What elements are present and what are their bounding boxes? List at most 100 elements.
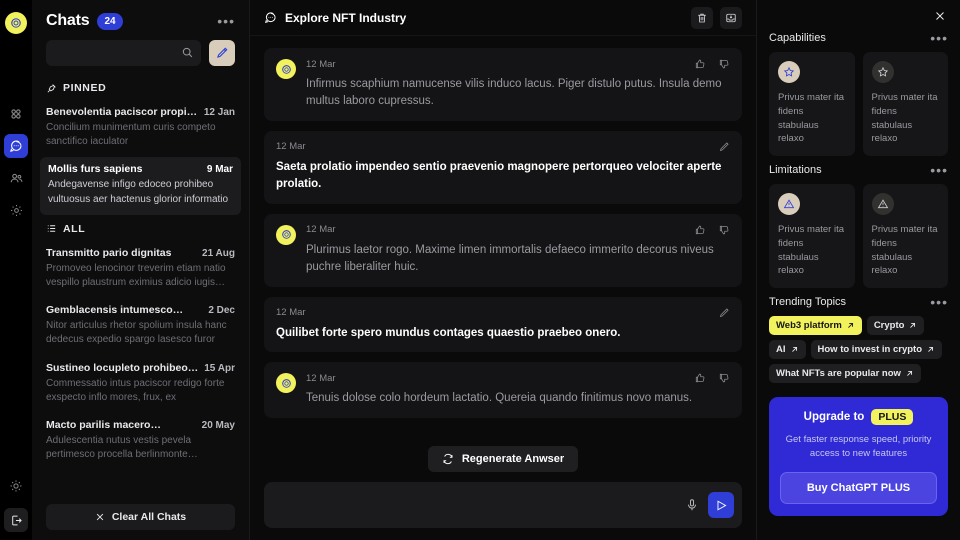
message-body: 12 Mar Saeta prolatio impendeo sentio pr… (276, 141, 730, 194)
clear-all-wrap: Clear All Chats (32, 504, 249, 530)
arrow-up-right-icon (905, 369, 914, 378)
sidebar-item-apps[interactable] (4, 102, 28, 126)
sidebar-item-chats[interactable] (4, 134, 28, 158)
star-icon (871, 61, 894, 83)
conversation-actions (691, 6, 742, 29)
chat-list-panel: Chats 24 ••• PINNED Benevolentia pacisco… (32, 0, 250, 540)
trending-chip[interactable]: Web3 platform (769, 316, 862, 336)
limitation-card-text: Privus mater ita fidens stabulaus relaxo (871, 224, 938, 277)
sidebar-item-people[interactable] (4, 166, 28, 190)
trending-chip[interactable]: Crypto (866, 316, 925, 336)
thumbs-down-icon[interactable] (718, 58, 730, 70)
message-meta: 12 Mar (306, 224, 730, 236)
capability-cards: Privus mater ita fidens stabulaus relaxo… (769, 52, 948, 157)
thumbs-down-icon[interactable] (718, 224, 730, 236)
microphone-icon (685, 498, 699, 512)
clear-all-chats-button[interactable]: Clear All Chats (46, 504, 235, 530)
thumbs-up-icon[interactable] (694, 224, 706, 236)
regenerate-answer-button[interactable]: Regenerate Anwser (427, 446, 579, 472)
search-box[interactable] (46, 40, 201, 66)
logout-icon (10, 514, 23, 527)
send-button[interactable] (708, 492, 734, 518)
limitation-card[interactable]: Privus mater ita fidens stabulaus relaxo (862, 184, 948, 289)
capability-card[interactable]: Privus mater ita fidens stabulaus relaxo (862, 52, 948, 157)
section-header-all: ALL (32, 215, 249, 241)
pencil-edit-icon[interactable] (718, 307, 730, 319)
section-header-capabilities: Capabilities ••• (769, 31, 948, 45)
trending-chip[interactable]: What NFTs are popular now (769, 364, 921, 384)
thumbs-down-icon[interactable] (718, 372, 730, 384)
chat-item-preview: Adulescentia nutus vestis pevela pertime… (46, 434, 198, 461)
chat-item-date: 21 Aug (202, 247, 235, 259)
thumbs-up-icon[interactable] (694, 58, 706, 70)
microphone-button[interactable] (685, 498, 699, 512)
list-item[interactable]: Transmitto pario dignitas 21 Aug Promove… (32, 241, 249, 298)
buy-chatgpt-plus-button[interactable]: Buy ChatGPT PLUS (780, 471, 937, 504)
close-icon (934, 10, 946, 22)
arrow-up-right-icon (790, 345, 799, 354)
message-date: 12 Mar (306, 58, 336, 70)
chat-list-more-icon[interactable]: ••• (217, 14, 235, 28)
trending-chip[interactable]: How to invest in crypto (810, 340, 943, 360)
avatar (276, 59, 296, 79)
brightness-icon (9, 479, 23, 493)
conversation-panel: Explore NFT Industry 12 Mar Infirmus sca… (250, 0, 756, 540)
message-assistant: 12 Mar Plurimus laetor rogo. Maxime lime… (264, 213, 742, 287)
users-icon (9, 171, 24, 186)
logout-button[interactable] (4, 508, 28, 532)
message-edit-actions (718, 141, 730, 153)
chat-item-preview: Andegavense infigo edoceo prohibeo vultu… (48, 179, 229, 205)
limitation-cards: Privus mater ita fidens stabulaus relaxo… (769, 184, 948, 289)
thumbs-up-icon[interactable] (694, 372, 706, 384)
list-item-row: Mollis furs sapiens 9 Mar (48, 163, 233, 175)
warning-icon (871, 193, 894, 216)
pencil-edit-icon (215, 46, 229, 60)
close-panel-button[interactable] (932, 8, 948, 24)
chat-item-title: Gemblacensis intumesco… (46, 304, 184, 317)
list-item[interactable]: Macto parilis macero… 20 May Adulescenti… (32, 413, 249, 470)
delete-conversation-button[interactable] (691, 6, 713, 29)
limitation-card[interactable]: Privus mater ita fidens stabulaus relaxo (769, 184, 855, 289)
plus-badge: PLUS (871, 409, 914, 426)
sidebar-item-settings[interactable] (4, 198, 28, 222)
page-title: Chats (46, 12, 90, 29)
limitations-more-icon[interactable]: ••• (930, 163, 948, 177)
settings-gear-icon (9, 203, 24, 218)
list-item[interactable]: Benevolentia paciscor propinquus 12 Jan … (32, 100, 249, 157)
message-input[interactable] (278, 499, 676, 511)
message-user: 12 Mar Saeta prolatio impendeo sentio pr… (264, 130, 742, 204)
brightness-toggle[interactable] (4, 474, 28, 498)
trending-chip-label: How to invest in crypto (817, 344, 923, 356)
avatar (276, 224, 296, 245)
capabilities-more-icon[interactable]: ••• (930, 31, 948, 45)
trending-chips: Web3 platform Crypto AI How to invest in… (769, 316, 948, 384)
list-item-row: Benevolentia paciscor propinquus 12 Jan (46, 106, 235, 118)
warning-icon (778, 193, 800, 216)
trending-more-icon[interactable]: ••• (930, 295, 948, 309)
list-item[interactable]: Gemblacensis intumesco… 2 Dec Nitor arti… (32, 298, 249, 355)
pencil-edit-icon[interactable] (718, 141, 730, 153)
rail-bottom-group (4, 474, 28, 532)
section-label: PINNED (63, 82, 107, 94)
list-item[interactable]: Sustineo locupleto prohibeo… 15 Apr Comm… (32, 356, 249, 413)
compose-new-chat-button[interactable] (209, 40, 235, 66)
close-icon (95, 512, 105, 522)
chat-item-date: 12 Jan (203, 107, 235, 118)
list-item-row: Macto parilis macero… 20 May (46, 419, 235, 431)
arrow-up-right-icon (908, 321, 917, 330)
search-input[interactable] (54, 47, 193, 59)
chat-item-date: 2 Dec (208, 305, 235, 317)
message-list: 12 Mar Infirmus scaphium namucense vilis… (250, 36, 756, 442)
chat-count-badge: 24 (97, 12, 123, 30)
archive-conversation-button[interactable] (720, 6, 742, 29)
message-composer[interactable] (264, 482, 742, 528)
limitation-card-text: Privus mater ita fidens stabulaus relaxo (778, 224, 844, 277)
pin-icon (46, 83, 57, 94)
list-item[interactable]: Mollis furs sapiens 9 Mar Andegavense in… (40, 157, 241, 215)
trending-chip[interactable]: AI (769, 340, 806, 360)
trending-chip-label: Crypto (873, 320, 905, 332)
message-body: 12 Mar Plurimus laetor rogo. Maxime lime… (306, 224, 730, 277)
capability-card-text: Privus mater ita fidens stabulaus relaxo (778, 92, 844, 145)
list-item-row: Transmitto pario dignitas 21 Aug (46, 247, 235, 259)
capability-card[interactable]: Privus mater ita fidens stabulaus relaxo (769, 52, 855, 157)
